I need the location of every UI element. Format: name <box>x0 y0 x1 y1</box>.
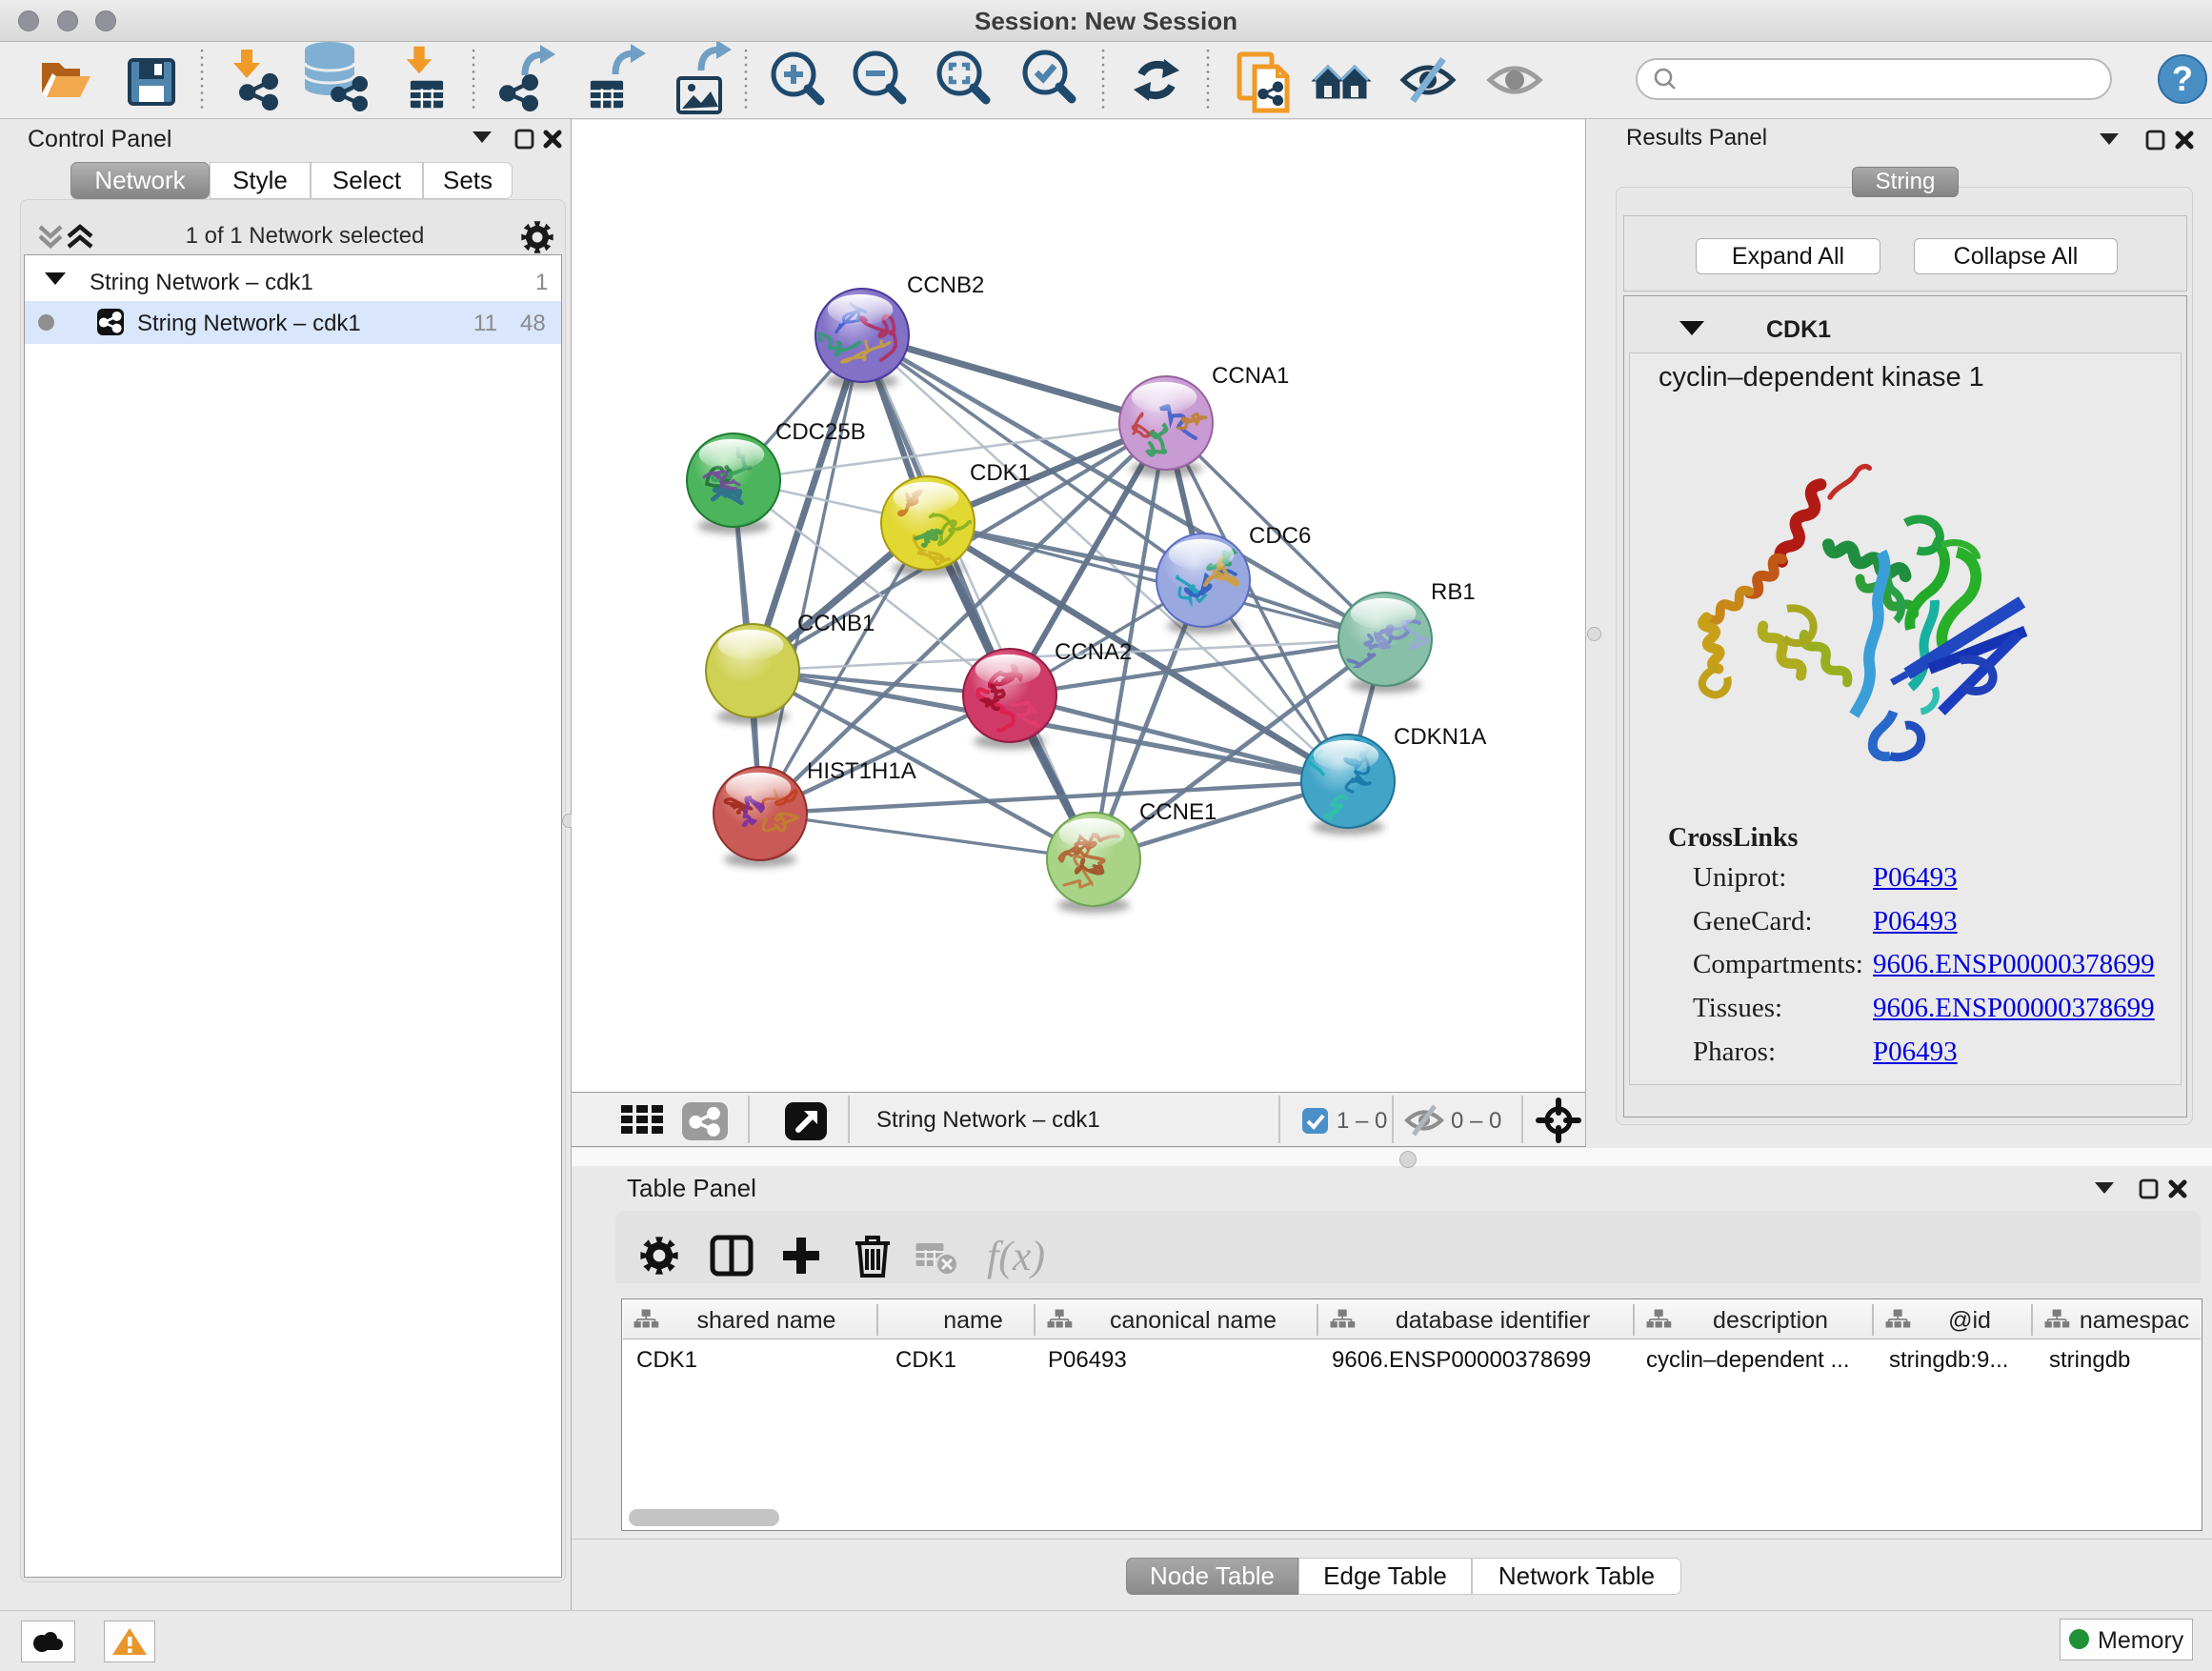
svg-text:CCNB1: CCNB1 <box>797 611 875 636</box>
svg-text:CCNB2: CCNB2 <box>907 272 984 298</box>
svg-text:RB1: RB1 <box>1431 579 1476 605</box>
svg-text:CDC25B: CDC25B <box>775 419 866 445</box>
svg-text:CDC6: CDC6 <box>1249 523 1311 549</box>
svg-text:CDK1: CDK1 <box>970 460 1031 486</box>
svg-text:f(x): f(x) <box>987 1233 1045 1279</box>
svg-text:CCNA1: CCNA1 <box>1212 363 1289 389</box>
svg-text:?: ? <box>2172 59 2193 98</box>
svg-text:CDKN1A: CDKN1A <box>1394 724 1486 750</box>
svg-text:HIST1H1A: HIST1H1A <box>807 758 916 784</box>
svg-text:CCNA2: CCNA2 <box>1055 639 1132 665</box>
svg-text:CCNE1: CCNE1 <box>1139 799 1217 825</box>
